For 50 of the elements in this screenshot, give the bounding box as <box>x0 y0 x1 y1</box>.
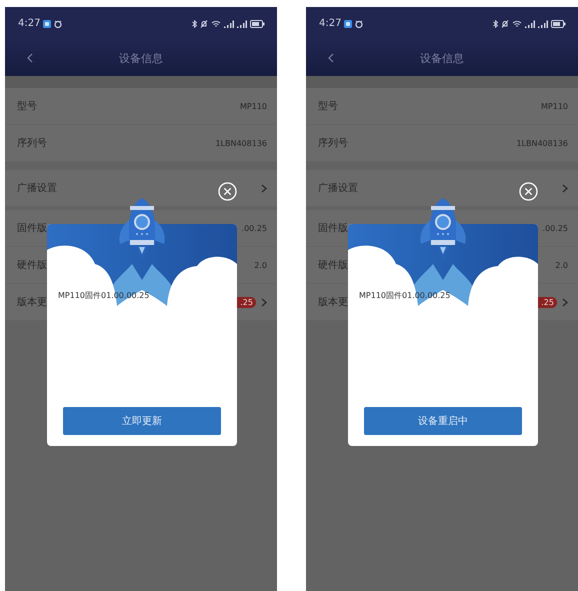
update-button[interactable]: 立即更新 <box>63 407 221 435</box>
row-label: 广播设置 <box>17 182 57 195</box>
row-label: 版本更 <box>318 296 348 309</box>
screen-title: 设备信息 <box>119 50 163 66</box>
row-value: MP110 <box>240 102 267 110</box>
mute-icon <box>200 20 208 28</box>
signal-icon <box>224 20 234 28</box>
row-value: .00.25 <box>242 224 267 232</box>
status-time: 4:27 <box>18 18 40 29</box>
bluetooth-icon <box>493 20 498 28</box>
row-label: 型号 <box>17 100 37 113</box>
wifi-icon <box>211 20 221 28</box>
back-icon[interactable] <box>328 53 334 63</box>
app-notification-icon <box>344 20 352 28</box>
row-label: 型号 <box>318 100 338 113</box>
chevron-right-icon <box>261 298 267 306</box>
alarm-icon <box>54 20 62 28</box>
row-label: 序列号 <box>318 136 348 150</box>
bluetooth-icon <box>192 20 197 28</box>
row-label: 硬件版 <box>17 259 47 272</box>
signal-icon <box>538 20 548 28</box>
chevron-right-icon <box>562 298 568 306</box>
back-icon[interactable] <box>27 53 33 63</box>
row-value: 1LBN408136 <box>516 138 568 148</box>
close-icon[interactable] <box>218 182 237 201</box>
row-label: 版本更 <box>17 296 47 309</box>
row-label: 广播设置 <box>318 182 358 195</box>
wifi-icon <box>512 20 522 28</box>
close-icon[interactable] <box>519 182 538 201</box>
row-label: 固件版 <box>17 222 47 235</box>
row-value: 1LBN408136 <box>215 138 267 148</box>
row-value: 2.0 <box>555 260 568 270</box>
screen-title: 设备信息 <box>420 50 464 66</box>
row-label: 硬件版 <box>318 259 348 272</box>
app-notification-icon <box>43 20 52 28</box>
row-value: .00.25 <box>542 224 568 232</box>
row-value: MP110 <box>541 102 568 110</box>
mute-icon <box>501 20 509 28</box>
row-label: 序列号 <box>17 136 47 150</box>
battery-icon <box>551 20 566 28</box>
row-value: 2.0 <box>254 260 267 270</box>
alarm-icon <box>355 20 364 28</box>
row-label: 固件版 <box>318 222 348 235</box>
status-time: 4:27 <box>319 18 342 29</box>
chevron-right-icon <box>562 184 568 192</box>
signal-icon <box>525 20 535 28</box>
signal-icon <box>237 20 247 28</box>
chevron-right-icon <box>261 184 267 192</box>
update-button[interactable]: 设备重启中 <box>364 407 522 435</box>
battery-icon <box>250 20 265 28</box>
